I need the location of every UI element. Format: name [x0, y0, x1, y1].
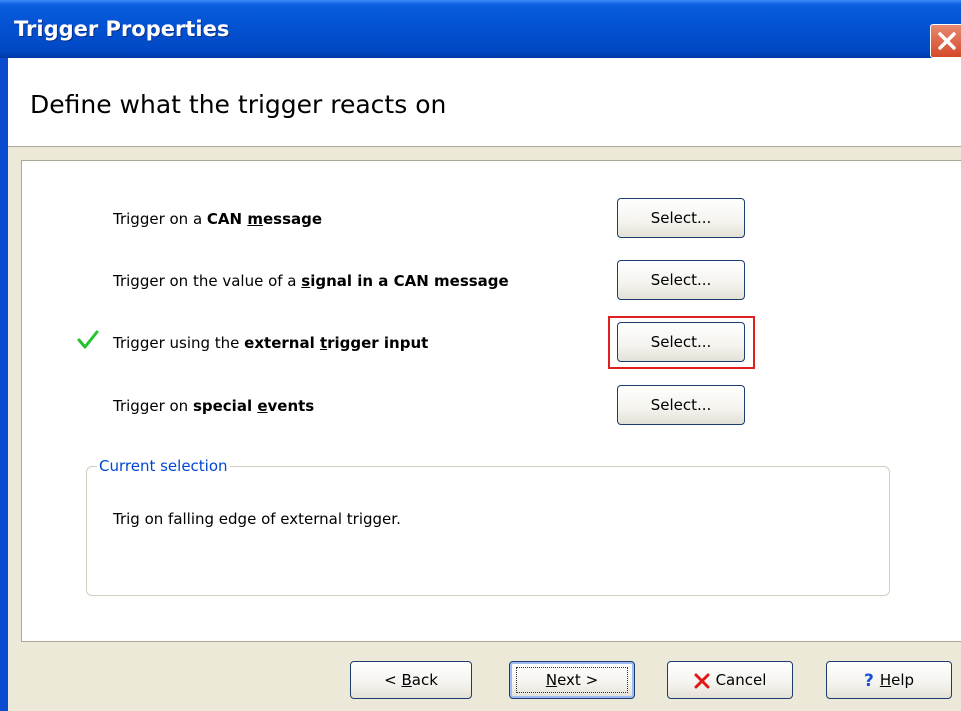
page-title: Define what the trigger reacts on [30, 90, 447, 119]
close-icon [938, 32, 956, 50]
window-frame-left [0, 58, 8, 711]
close-button[interactable] [930, 24, 961, 58]
question-mark-icon: ? [863, 670, 874, 691]
current-selection-legend: Current selection [97, 457, 230, 475]
option-signal-label: Trigger on the value of a signal in a CA… [113, 272, 509, 290]
select-signal-button[interactable]: Select... [617, 260, 745, 300]
back-button[interactable]: < Back [350, 661, 472, 699]
help-button[interactable]: ? Help [826, 661, 952, 699]
select-special-events-button[interactable]: Select... [617, 385, 745, 425]
select-external-trigger-button[interactable]: Select... [617, 322, 745, 362]
checkmark-icon [77, 330, 99, 349]
option-can-message-label: Trigger on a CAN message [113, 210, 323, 228]
current-selection-text: Trig on falling edge of external trigger… [113, 510, 401, 528]
select-can-message-button[interactable]: Select... [617, 198, 745, 238]
cancel-button[interactable]: Cancel [667, 661, 793, 699]
window-title: Trigger Properties [14, 17, 230, 41]
red-x-icon [694, 673, 710, 688]
next-button[interactable]: Next > [509, 661, 635, 699]
title-bar: Trigger Properties [0, 0, 961, 58]
option-special-events-label: Trigger on special events [113, 397, 315, 415]
current-selection-group [86, 466, 890, 596]
focus-rectangle [516, 667, 628, 693]
option-external-trigger-label: Trigger using the external trigger input [113, 334, 429, 352]
